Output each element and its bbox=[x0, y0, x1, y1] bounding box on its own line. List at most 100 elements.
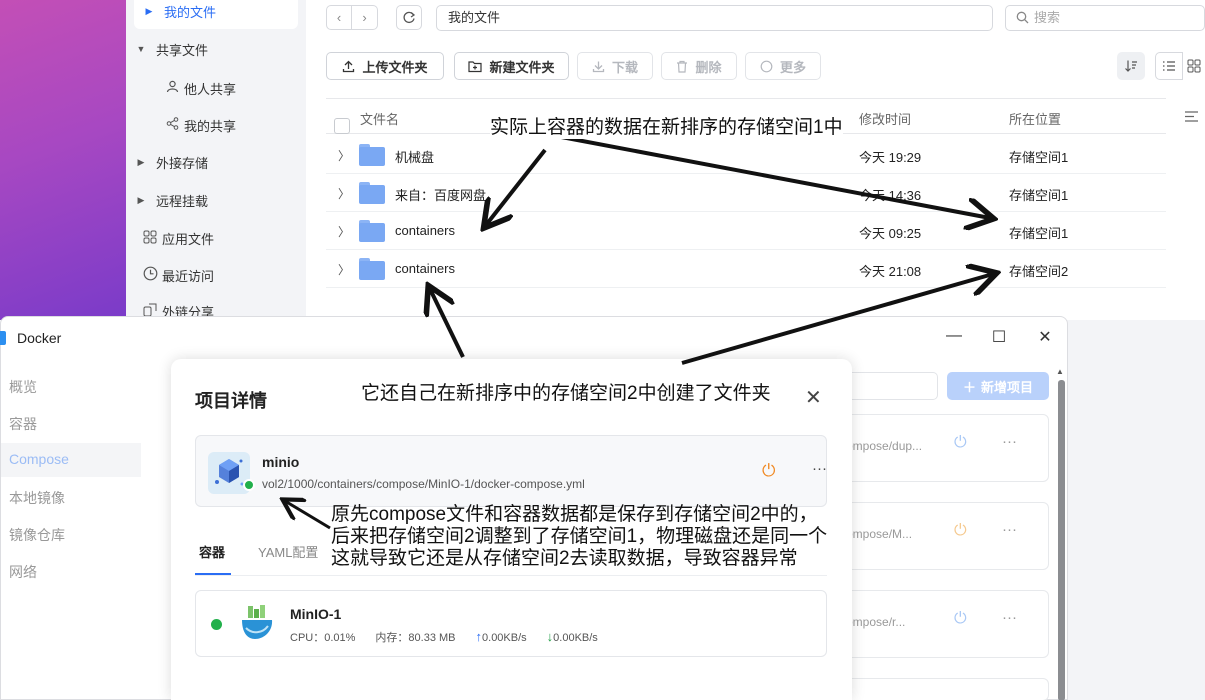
download-label: 下载 bbox=[611, 59, 638, 75]
tab-yaml-config[interactable]: YAML配置 bbox=[258, 542, 318, 561]
memory-usage: 内存：80.33 MB bbox=[375, 632, 456, 644]
delete-label: 删除 bbox=[695, 59, 722, 75]
docker-whale-icon bbox=[240, 604, 276, 644]
power-icon[interactable]: ⏻ bbox=[954, 522, 967, 540]
sidebar-item-compose[interactable]: Compose bbox=[9, 451, 69, 467]
sidebar-item-external-storage[interactable]: ▶ 外接存储 bbox=[126, 144, 306, 180]
triangle-right-icon: ▶ bbox=[137, 156, 145, 167]
sidebar-item-label: 应用文件 bbox=[162, 231, 215, 247]
sidebar-item-my-shares[interactable]: 我的共享 bbox=[126, 107, 306, 143]
column-name[interactable]: 文件名 bbox=[360, 109, 399, 128]
sort-button[interactable] bbox=[1117, 52, 1145, 80]
annotation-bottom: 原先compose文件和容器数据都是保存到存储空间2中的， 后来把存储空间2调整… bbox=[331, 504, 827, 570]
power-icon[interactable]: ⏻ bbox=[954, 434, 967, 452]
download-icon bbox=[592, 61, 605, 72]
sidebar-item-local-images[interactable]: 本地镜像 bbox=[9, 488, 65, 508]
select-all-checkbox[interactable] bbox=[334, 118, 350, 134]
project-search-input[interactable] bbox=[851, 372, 938, 400]
service-compose-path: vol2/1000/containers/compose/MinIO-1/doc… bbox=[262, 477, 585, 491]
table-row[interactable]: 〉 机械盘 今天 19:29 存储空间1 bbox=[326, 136, 1166, 174]
column-modified[interactable]: 修改时间 bbox=[859, 109, 911, 128]
chevron-right-icon[interactable]: 〉 bbox=[338, 223, 350, 240]
file-name: 来自：百度网盘 bbox=[395, 188, 487, 203]
maximize-icon[interactable]: ☐ bbox=[987, 327, 1011, 347]
file-time: 今天 09:25 bbox=[859, 226, 922, 241]
add-project-button[interactable]: ＋ 新增项目 bbox=[947, 372, 1049, 400]
sidebar-item-shared-files[interactable]: ▼ 共享文件 bbox=[126, 31, 306, 67]
sidebar-item-containers[interactable]: 容器 bbox=[9, 414, 37, 434]
power-icon[interactable]: ⏻ bbox=[954, 610, 967, 628]
more-label: 更多 bbox=[779, 59, 806, 75]
refresh-button[interactable] bbox=[396, 5, 422, 30]
back-button[interactable]: ‹ bbox=[326, 5, 352, 30]
chevron-right-icon[interactable]: 〉 bbox=[338, 261, 350, 278]
tab-active-indicator bbox=[195, 573, 231, 575]
clock-icon bbox=[138, 266, 162, 284]
table-row[interactable]: 〉 containers 今天 21:08 存储空间2 bbox=[326, 250, 1166, 288]
sidebar-item-shared-by-others[interactable]: 他人共享 bbox=[126, 70, 306, 106]
tab-containers[interactable]: 容器 bbox=[199, 542, 225, 561]
more-icon[interactable]: ··· bbox=[1002, 521, 1017, 538]
sidebar-item-recent[interactable]: 最近访问 bbox=[126, 257, 306, 293]
sidebar-item-remote-mount[interactable]: ▶ 远程挂载 bbox=[126, 182, 306, 218]
upload-rate: ↑0.00KB/s bbox=[476, 629, 527, 645]
more-circle-icon bbox=[760, 60, 773, 72]
sidebar-item-registry[interactable]: 镜像仓库 bbox=[9, 525, 65, 545]
compose-service-card[interactable]: minio vol2/1000/containers/compose/MinIO… bbox=[195, 435, 827, 507]
grid-view-button[interactable] bbox=[1183, 52, 1205, 80]
sidebar-item-label: 我的共享 bbox=[184, 118, 237, 134]
annotation-middle: 它还自己在新排序中的存储空间2中创建了文件夹 bbox=[361, 383, 771, 404]
folder-icon bbox=[359, 258, 385, 280]
sidebar-item-label: 我的文件 bbox=[164, 4, 217, 20]
delete-button[interactable]: 删除 bbox=[661, 52, 737, 80]
scroll-up-arrow[interactable]: ▲ bbox=[1056, 367, 1064, 376]
container-card[interactable]: MinIO-1 CPU：0.01% 内存：80.33 MB ↑0.00KB/s … bbox=[195, 590, 827, 657]
sidebar-item-overview[interactable]: 概览 bbox=[9, 377, 37, 397]
sidebar-item-app-files[interactable]: 应用文件 bbox=[126, 220, 306, 256]
sidebar-item-network[interactable]: 网络 bbox=[9, 562, 37, 582]
minimize-icon[interactable]: — bbox=[942, 327, 966, 345]
project-card[interactable]: ompose/dup... ⏻ ··· bbox=[846, 414, 1049, 482]
folder-icon bbox=[359, 144, 385, 166]
download-button[interactable]: 下载 bbox=[577, 52, 653, 80]
more-button[interactable]: 更多 bbox=[745, 52, 821, 80]
project-path: ompose/r... bbox=[846, 615, 906, 629]
chevron-right-icon[interactable]: 〉 bbox=[338, 147, 350, 164]
scrollbar-thumb[interactable] bbox=[1058, 380, 1065, 700]
more-icon[interactable]: ··· bbox=[1002, 433, 1017, 450]
annotation-top: 实际上容器的数据在新排序的存储空间1中 bbox=[490, 112, 843, 139]
file-time: 今天 19:29 bbox=[859, 150, 922, 165]
upload-folder-button[interactable]: 上传文件夹 bbox=[326, 52, 444, 80]
annotation-line: 后来把存储空间2调整到了存储空间1，物理磁盘还是同一个 bbox=[331, 526, 828, 547]
project-card[interactable] bbox=[846, 678, 1049, 700]
project-card[interactable]: ompose/M... ⏻ ··· bbox=[846, 502, 1049, 570]
more-icon[interactable]: ··· bbox=[1002, 609, 1017, 626]
search-icon bbox=[1016, 11, 1029, 24]
path-input[interactable]: 我的文件 bbox=[436, 5, 993, 31]
column-location[interactable]: 所在位置 bbox=[1009, 109, 1061, 128]
column-settings-icon[interactable] bbox=[1184, 110, 1199, 126]
project-card[interactable]: ompose/r... ⏻ ··· bbox=[846, 590, 1049, 658]
close-icon[interactable]: ✕ bbox=[805, 385, 822, 410]
table-row[interactable]: 〉 来自：百度网盘 今天 14:36 存储空间1 bbox=[326, 174, 1166, 212]
folder-icon bbox=[359, 220, 385, 242]
docker-logo-icon bbox=[0, 331, 6, 345]
new-folder-button[interactable]: 新建文件夹 bbox=[454, 52, 569, 80]
triangle-down-icon: ▼ bbox=[136, 44, 146, 54]
list-view-button[interactable] bbox=[1155, 52, 1183, 80]
chevron-right-icon[interactable]: 〉 bbox=[338, 185, 350, 202]
container-stats: CPU：0.01% 内存：80.33 MB ↑0.00KB/s ↓0.00KB/… bbox=[290, 629, 598, 645]
sidebar-item-label: 他人共享 bbox=[184, 81, 237, 97]
apps-grid-icon bbox=[138, 230, 162, 247]
project-path: ompose/dup... bbox=[846, 439, 923, 453]
sidebar-item-my-files[interactable]: ▶ 我的文件 bbox=[134, 0, 298, 29]
plus-icon: ＋ bbox=[962, 379, 976, 395]
close-icon[interactable]: ✕ bbox=[1033, 327, 1057, 347]
forward-button[interactable]: › bbox=[352, 5, 378, 30]
power-icon[interactable]: ⏻ bbox=[762, 461, 775, 481]
file-location: 存储空间1 bbox=[1009, 226, 1069, 241]
new-folder-icon bbox=[468, 60, 483, 72]
more-icon[interactable]: ··· bbox=[812, 460, 827, 477]
search-input[interactable]: 搜索 bbox=[1005, 5, 1205, 31]
table-row[interactable]: 〉 containers 今天 09:25 存储空间1 bbox=[326, 212, 1166, 250]
